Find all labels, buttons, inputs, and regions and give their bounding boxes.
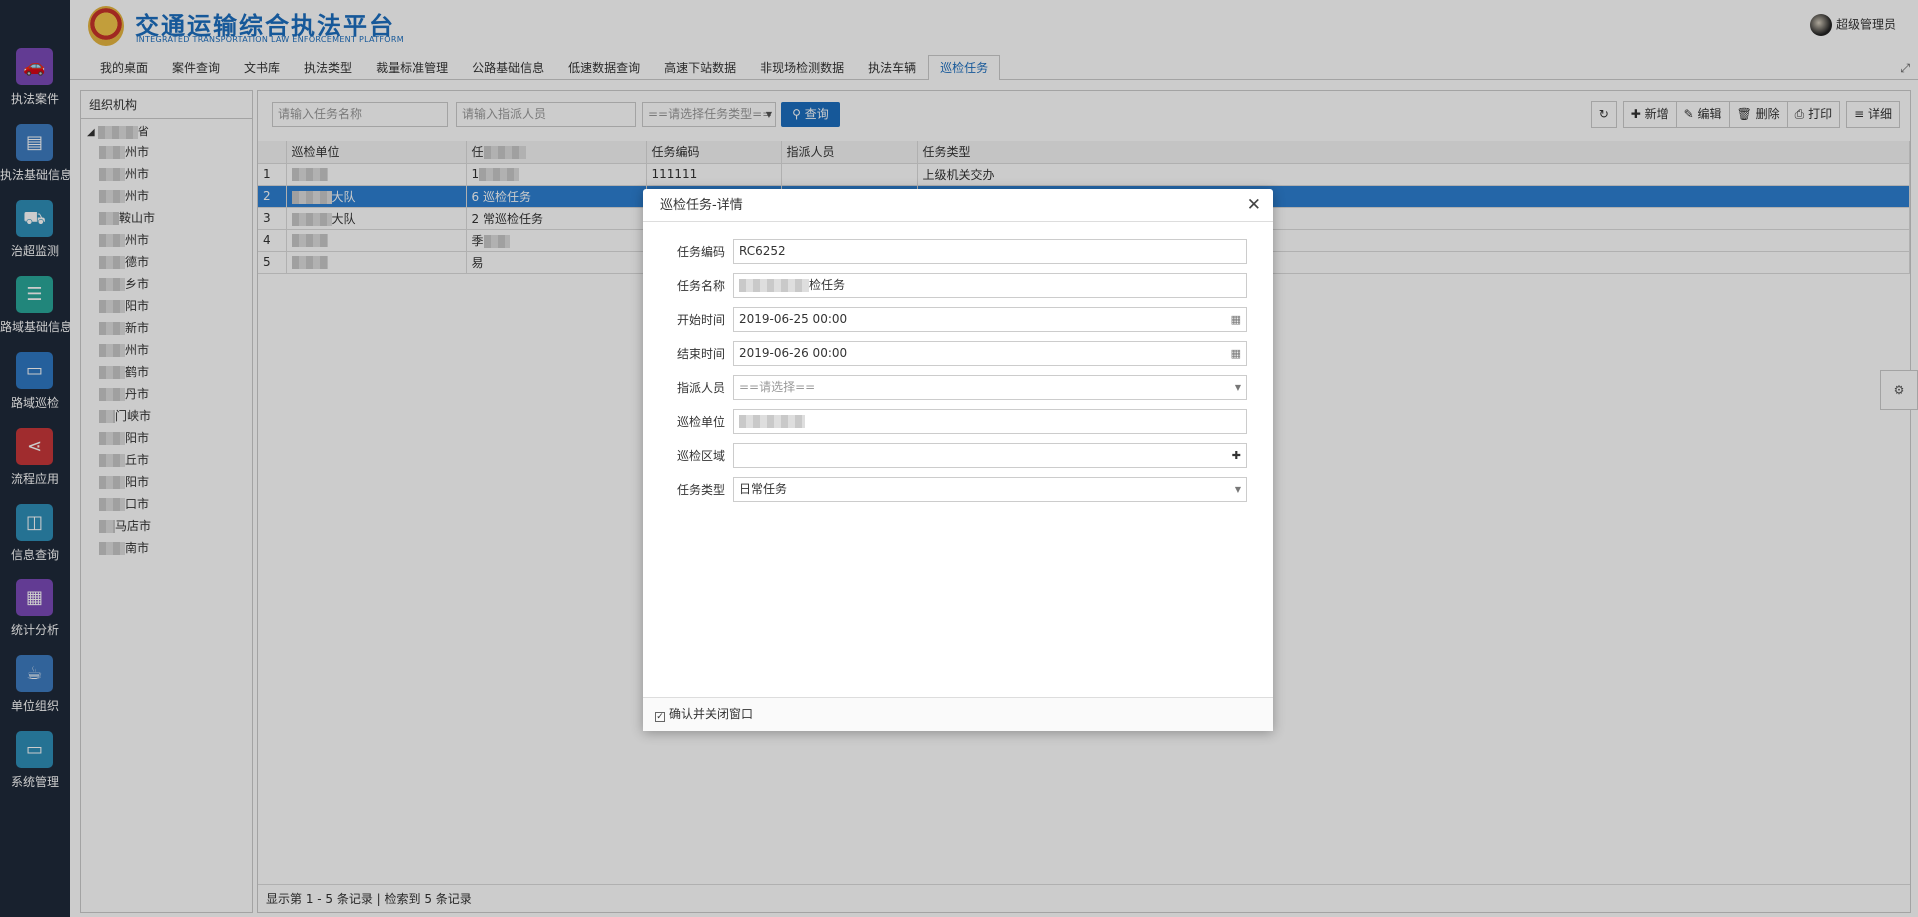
caret-down-icon: ▼	[1234, 485, 1241, 494]
field-row-patrol-unit: 巡检单位	[643, 409, 1273, 435]
field-row-end-time: 结束时间 2019-06-26 00:00 ▦	[643, 341, 1273, 367]
field-label: 结束时间	[676, 347, 725, 361]
field-row-task-name: 任务名称 检任务	[643, 273, 1273, 299]
close-icon[interactable]: ✕	[1247, 195, 1261, 215]
field-row-start-time: 开始时间 2019-06-25 00:00 ▦	[643, 307, 1273, 333]
task-code-field[interactable]: RC6252	[733, 239, 1247, 264]
patrol-unit-field[interactable]	[733, 409, 1247, 434]
modal-title: 巡检任务-详情	[643, 189, 1273, 222]
end-time-field[interactable]: 2019-06-26 00:00 ▦	[733, 341, 1247, 366]
field-row-assignee: 指派人员 ==请选择== ▼	[643, 375, 1273, 401]
field-row-task-type: 任务类型 日常任务 ▼	[643, 477, 1273, 503]
field-label: 任务名称	[676, 279, 725, 293]
task-name-field[interactable]: 检任务	[733, 273, 1247, 298]
calendar-icon[interactable]: ▦	[1231, 308, 1241, 331]
field-label: 指派人员	[676, 381, 725, 395]
confirm-close-label[interactable]: 确认并关闭窗口	[669, 707, 753, 721]
modal-footer: ✓ 确认并关闭窗口	[643, 697, 1273, 731]
task-detail-modal: 巡检任务-详情 ✕ 任务编码 RC6252 任务名称 检任务 开始时间 2019…	[643, 189, 1273, 731]
task-type-field[interactable]: 日常任务 ▼	[733, 477, 1247, 502]
caret-down-icon: ▼	[1234, 383, 1241, 392]
confirm-close-checkbox[interactable]: ✓	[655, 712, 665, 722]
calendar-icon[interactable]: ▦	[1231, 342, 1241, 365]
field-row-task-code: 任务编码 RC6252	[643, 239, 1273, 265]
field-label: 任务编码	[676, 245, 725, 259]
field-label: 巡检区域	[676, 449, 725, 463]
field-label: 开始时间	[676, 313, 725, 327]
start-time-field[interactable]: 2019-06-25 00:00 ▦	[733, 307, 1247, 332]
plus-icon[interactable]: ✚	[1232, 444, 1241, 467]
assignee-select[interactable]: ==请选择== ▼	[733, 375, 1247, 400]
field-label: 任务类型	[676, 483, 725, 497]
field-label: 巡检单位	[676, 415, 725, 429]
field-row-patrol-area: 巡检区域 ✚	[643, 443, 1273, 469]
patrol-area-field[interactable]: ✚	[733, 443, 1247, 468]
